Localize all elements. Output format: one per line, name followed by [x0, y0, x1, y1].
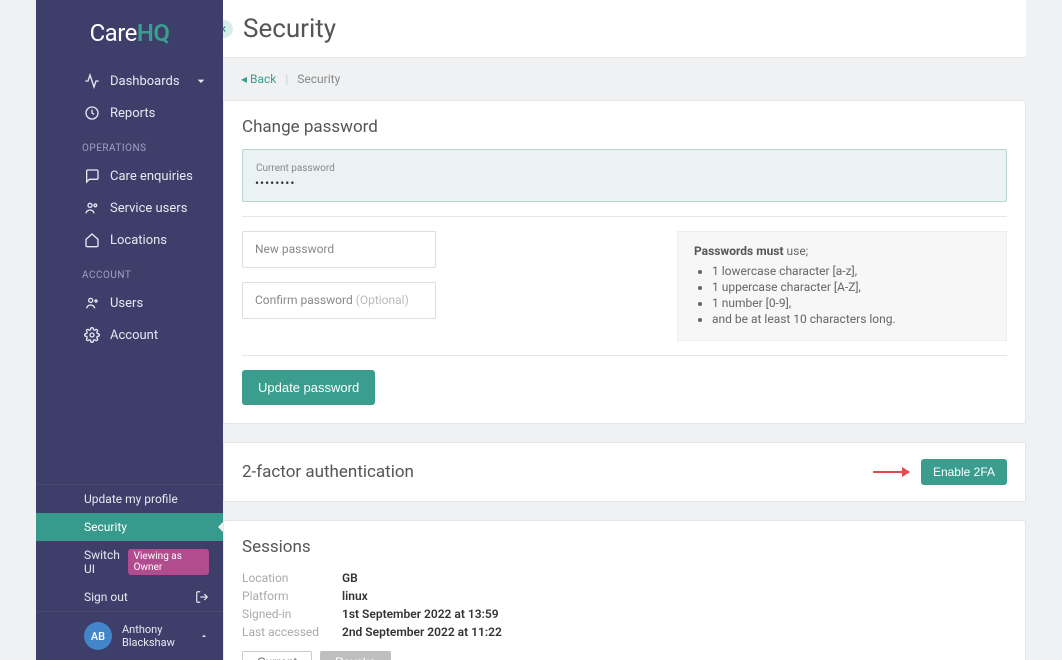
clock-icon: [84, 105, 100, 121]
panel-title: 2-factor authentication: [242, 462, 414, 482]
sidebar-item-label: Dashboards: [110, 74, 180, 89]
session-row: Location GB: [242, 569, 1007, 587]
field-label: Current password: [253, 163, 338, 174]
sidebar-item-dashboards[interactable]: Dashboards: [36, 65, 223, 97]
new-password-field[interactable]: New password: [242, 231, 436, 268]
page-header: Security: [223, 0, 1026, 58]
chat-icon: [84, 168, 100, 184]
sidebar: CareHQ Dashboards Reports OPERATIONS Car…: [0, 0, 223, 660]
update-password-button[interactable]: Update password: [242, 370, 375, 405]
nav-spacer: [36, 351, 223, 484]
caret-up-icon: [199, 631, 209, 641]
logo[interactable]: CareHQ: [36, 0, 223, 65]
sidebar-item-label: Account: [110, 328, 158, 343]
gear-icon: [84, 327, 100, 343]
caret-down-icon: [193, 73, 209, 89]
twofa-panel: 2-factor authentication Enable 2FA: [223, 442, 1026, 502]
session-current-button[interactable]: Current: [242, 651, 312, 660]
sidebar-item-users[interactable]: Users: [36, 287, 223, 319]
avatar: AB: [84, 622, 112, 650]
chevron-left-icon: [223, 24, 229, 34]
home-icon: [84, 232, 100, 248]
sidebar-item-update-profile[interactable]: Update my profile: [36, 485, 223, 513]
sidebar-item-reports[interactable]: Reports: [36, 97, 223, 129]
sidebar-item-label: Reports: [110, 106, 155, 121]
field-value: ••••••••: [255, 176, 295, 190]
confirm-password-field[interactable]: Confirm password(Optional): [242, 282, 436, 319]
activity-icon: [84, 73, 100, 89]
sidebar-item-security[interactable]: Security: [36, 513, 223, 541]
sign-out-icon: [195, 590, 209, 604]
content: ◂ Back | Security Change password Curren…: [223, 58, 1026, 660]
page-title: Security: [243, 14, 336, 44]
enable-2fa-button[interactable]: Enable 2FA: [921, 459, 1007, 485]
nav: Dashboards Reports OPERATIONS Care enqui…: [0, 65, 223, 660]
password-requirements: Passwords must use; 1 lowercase characte…: [677, 231, 1007, 341]
sidebar-item-label: Service users: [110, 201, 187, 216]
section-label-operations: OPERATIONS: [34, 129, 223, 160]
breadcrumb-back[interactable]: ◂ Back: [241, 72, 276, 86]
session-row: Platform linux: [242, 587, 1007, 605]
logo-block-outer: CareHQ: [0, 0, 223, 65]
sidebar-item-care-enquiries[interactable]: Care enquiries: [36, 160, 223, 192]
field-label: Confirm password: [255, 293, 353, 307]
change-password-panel: Change password Current password •••••••…: [223, 100, 1026, 424]
divider: [242, 355, 1007, 356]
sidebar-item-account[interactable]: Account: [36, 319, 223, 351]
bottom-nav: Update my profile Security Switch UI Vie…: [36, 484, 223, 611]
session-row: Signed-in 1st September 2022 at 13:59: [242, 605, 1007, 623]
user-plus-icon: [84, 295, 100, 311]
sidebar-item-label: Care enquiries: [110, 169, 193, 184]
sidebar-item-label: Users: [110, 296, 143, 311]
panel-title: Change password: [224, 101, 1025, 149]
session-revoke-button[interactable]: Revoke: [320, 651, 391, 660]
logo-text-1: Care: [90, 19, 137, 47]
user-menu[interactable]: AB Anthony Blackshaw: [36, 611, 223, 660]
arrow-indicator-icon: [873, 471, 909, 473]
current-password-field[interactable]: Current password ••••••••: [242, 149, 1007, 202]
back-button[interactable]: [223, 20, 233, 38]
logo-text-2: HQ: [137, 19, 170, 47]
panel-title: Sessions: [224, 521, 1025, 569]
sidebar-item-sign-out[interactable]: Sign out: [36, 583, 223, 611]
main: Security ◂ Back | Security Change passwo…: [223, 0, 1062, 660]
optional-label: (Optional): [356, 293, 409, 307]
sessions-panel: Sessions Location GB Platform linux Sign…: [223, 520, 1026, 660]
section-label-account: ACCOUNT: [34, 256, 223, 287]
user-name: Anthony Blackshaw: [122, 623, 175, 649]
viewing-as-badge: Viewing as Owner: [128, 549, 209, 575]
breadcrumb: ◂ Back | Security: [223, 58, 1026, 100]
sidebar-item-switch-ui[interactable]: Switch UI Viewing as Owner: [36, 541, 223, 583]
users-icon: [84, 200, 100, 216]
sidebar-item-label: Locations: [110, 233, 167, 248]
divider: [242, 216, 1007, 217]
session-row: Last accessed 2nd September 2022 at 11:2…: [242, 623, 1007, 641]
sidebar-item-service-users[interactable]: Service users: [36, 192, 223, 224]
sidebar-item-locations[interactable]: Locations: [36, 224, 223, 256]
breadcrumb-current: Security: [297, 72, 340, 86]
app-root: CareHQ Dashboards Reports OPERATIONS Car…: [0, 0, 1062, 660]
field-label: New password: [255, 242, 334, 256]
